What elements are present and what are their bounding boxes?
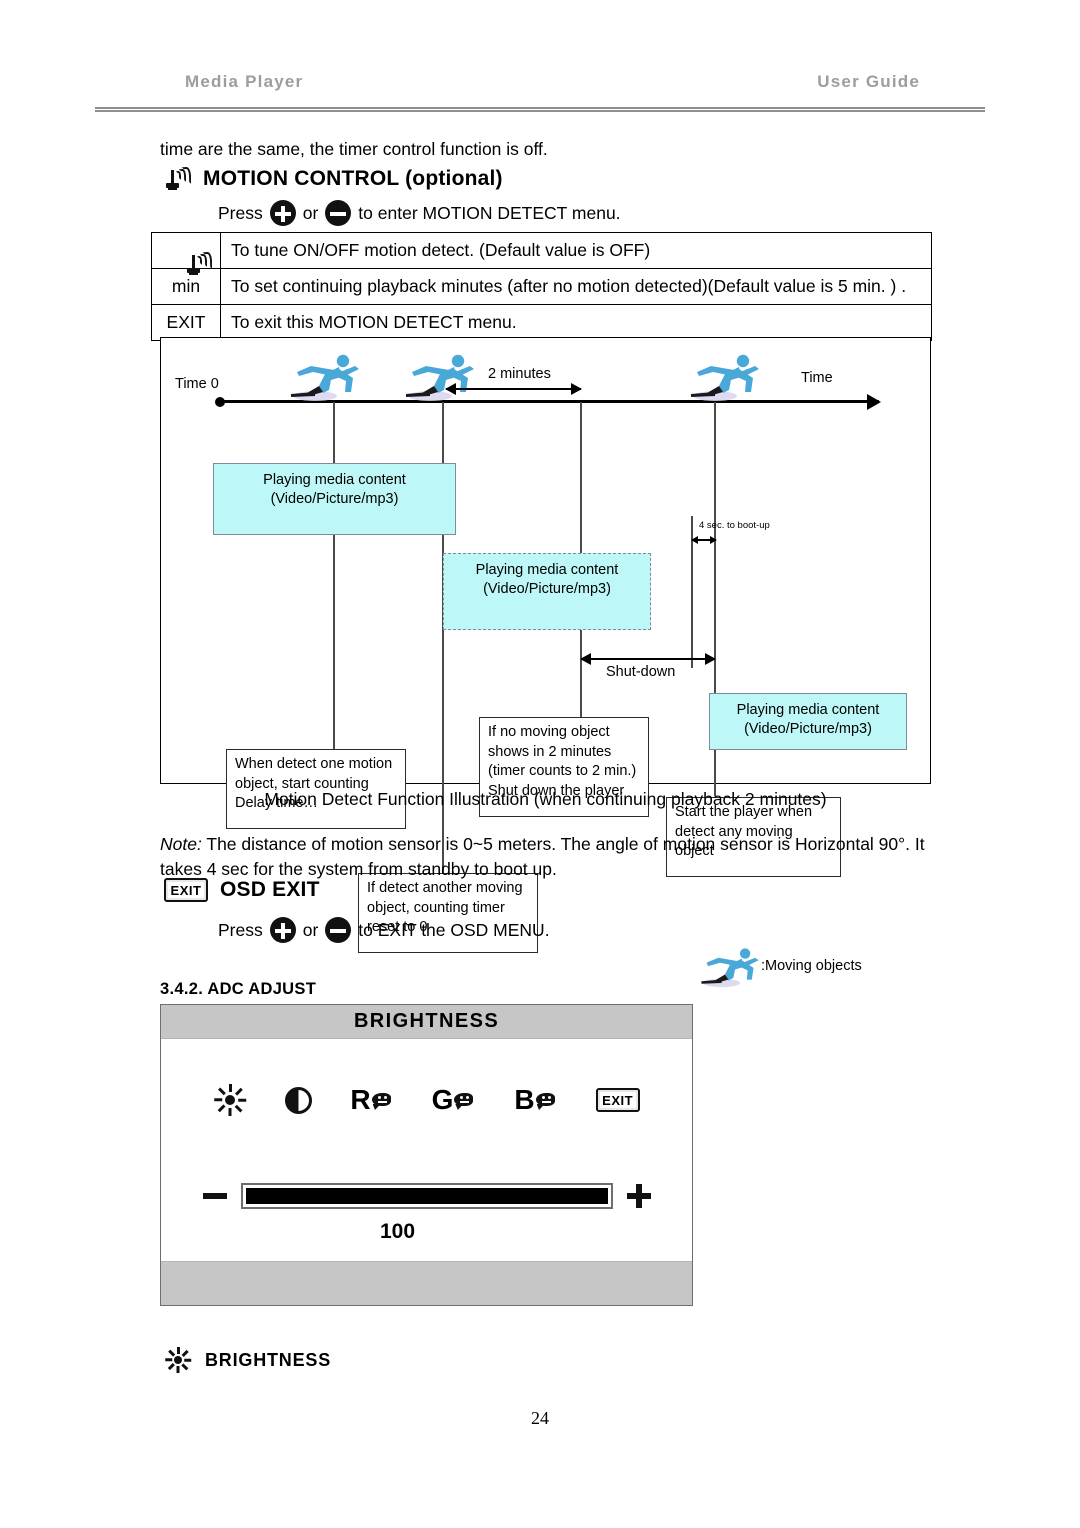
motion-detect-timeline-diagram: Time 0 Time 2 minutes 4 sec. to boot-up … — [160, 337, 931, 988]
shutdown-label: Shut-down — [606, 664, 676, 680]
playing-media-line1: Playing media content — [736, 702, 880, 718]
brightness-legend: BRIGHTNESS — [165, 1347, 331, 1373]
osd-panel-footer — [161, 1261, 692, 1305]
legend-label: :Moving objects — [761, 958, 862, 974]
motion-detect-menu-table: To tune ON/OFF motion detect. (Default v… — [151, 232, 932, 341]
running-person-icon — [701, 948, 759, 988]
red-gain-letter: R — [350, 1084, 371, 1115]
brightness-slider-row — [161, 1183, 692, 1209]
brightness-sun-icon[interactable] — [213, 1083, 247, 1117]
two-minutes-label: 2 minutes — [488, 366, 551, 382]
axis-end-label: Time — [801, 370, 833, 386]
gain-glyph — [371, 1090, 394, 1110]
gain-glyph — [535, 1090, 558, 1110]
running-person-icon — [691, 354, 759, 401]
axis-start-label: Time 0 — [175, 376, 219, 392]
playing-media-line2: (Video/Picture/mp3) — [483, 580, 611, 597]
osd-exit-title: OSD EXIT — [220, 878, 320, 901]
playing-media-line1: Playing media content — [475, 562, 619, 578]
playing-media-line2: (Video/Picture/mp3) — [744, 720, 872, 737]
brightness-slider-fill — [245, 1188, 608, 1204]
playing-media-line2: (Video/Picture/mp3) — [270, 490, 399, 507]
or-label: or — [302, 919, 319, 940]
exit-badge-icon: EXIT — [164, 878, 208, 902]
running-person-icon — [291, 354, 359, 401]
event-line-1 — [333, 402, 335, 752]
table-desc-cell: To set continuing playback minutes (afte… — [220, 268, 932, 305]
motion-control-heading: MOTION CONTROL (optional) — [165, 166, 503, 192]
playing-media-box-3: Playing media content (Video/Picture/mp3… — [709, 693, 907, 750]
bootup-measure-arrow — [691, 536, 717, 544]
axis-origin-dot — [215, 396, 225, 407]
two-minutes-measure-arrow — [445, 383, 582, 395]
playing-media-box-2: Playing media content (Video/Picture/mp3… — [443, 553, 651, 630]
press-label: Press — [218, 202, 263, 223]
diagram-caption: Motion Detect Function Illustration (whe… — [264, 789, 827, 809]
lead-paragraph: time are the same, the timer control fun… — [160, 139, 548, 159]
green-gain-letter: G — [431, 1084, 454, 1115]
table-key-cell: EXIT — [151, 304, 221, 341]
minus-button-icon[interactable] — [325, 917, 352, 943]
osd-exit-heading: EXIT OSD EXIT — [164, 878, 320, 902]
osd-brightness-panel: BRIGHTNESS R G B EXIT 100 — [160, 1004, 693, 1306]
motion-press-instruction: Press or to enter MOTION DETECT menu. — [218, 200, 621, 226]
gain-glyph — [454, 1090, 476, 1110]
header-right-title: User Guide — [817, 72, 920, 91]
brightness-sun-icon — [165, 1347, 192, 1373]
playing-media-line1: Playing media content — [263, 472, 406, 488]
osd-exit-press-instruction: Press or to EXIT the OSD MENU. — [218, 917, 550, 943]
table-row: min To set continuing playback minutes (… — [151, 268, 932, 305]
blue-gain-letter: B — [514, 1084, 535, 1115]
motion-control-title: MOTION CONTROL (optional) — [203, 167, 503, 190]
press-label: Press — [218, 919, 263, 940]
page-header: Media Player User Guide — [95, 72, 985, 102]
table-row: EXIT To exit this MOTION DETECT menu. — [151, 304, 932, 341]
shutdown-measure-arrow — [580, 653, 716, 665]
or-label: or — [302, 202, 319, 223]
brightness-legend-label: BRIGHTNESS — [205, 1349, 332, 1370]
section-heading-adc-adjust: 3.4.2. ADC ADJUST — [160, 980, 317, 998]
brightness-slider-track[interactable] — [240, 1183, 613, 1209]
plus-button-icon[interactable] — [269, 917, 296, 943]
blue-gain-icon[interactable]: B — [514, 1086, 557, 1114]
plus-button-icon[interactable] — [269, 200, 296, 226]
plus-icon[interactable] — [626, 1184, 651, 1208]
press-suffix-label: to EXIT the OSD MENU. — [358, 919, 550, 940]
exit-badge-icon[interactable]: EXIT — [595, 1088, 640, 1112]
press-suffix-label: to enter MOTION DETECT menu. — [358, 202, 621, 223]
table-desc-cell: To exit this MOTION DETECT menu. — [220, 304, 932, 341]
contrast-icon[interactable] — [285, 1086, 313, 1114]
running-person-icon — [406, 354, 474, 401]
note-label: Note: — [160, 834, 202, 854]
playing-media-box-1: Playing media content (Video/Picture/mp3… — [213, 463, 456, 535]
green-gain-icon[interactable]: G — [432, 1086, 477, 1114]
note-paragraph: Note: The distance of motion sensor is 0… — [160, 832, 930, 883]
table-desc-cell: To tune ON/OFF motion detect. (Default v… — [220, 232, 932, 269]
note-text: The distance of motion sensor is 0~5 met… — [160, 834, 925, 880]
table-key-cell — [151, 232, 221, 275]
osd-icon-row: R G B EXIT — [161, 1083, 692, 1117]
table-row: To tune ON/OFF motion detect. (Default v… — [151, 232, 932, 275]
minus-icon[interactable] — [202, 1193, 227, 1199]
header-left-title: Media Player — [185, 72, 304, 91]
osd-panel-title: BRIGHTNESS — [161, 1005, 692, 1039]
bootup-label: 4 sec. to boot-up — [699, 520, 770, 531]
brightness-value: 100 — [379, 1220, 416, 1243]
minus-button-icon[interactable] — [325, 200, 352, 226]
axis-arrowhead-icon — [867, 394, 881, 410]
header-divider-rule — [95, 107, 985, 112]
red-gain-icon[interactable]: R — [350, 1086, 393, 1114]
motion-sensor-icon — [165, 166, 192, 192]
table-key-cell: min — [151, 268, 221, 305]
page-number: 24 — [531, 1408, 549, 1428]
